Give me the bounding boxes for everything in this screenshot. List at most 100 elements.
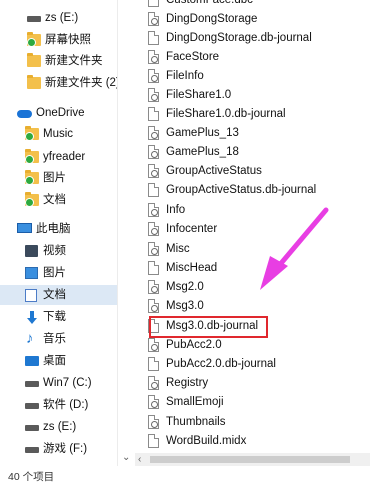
nav-item-label: zs (E:) [43, 421, 77, 433]
file-row[interactable]: Thumbnails [135, 413, 370, 431]
nav-item-label: 下载 [43, 311, 66, 323]
nav-item-pictures[interactable]: 图片 [0, 263, 117, 283]
nav-item-music[interactable]: ♪ 音乐 [0, 329, 117, 349]
nav-item-label: Music [43, 128, 74, 140]
nav-item-label: 此电脑 [36, 223, 71, 235]
file-name: FaceStore [166, 51, 220, 63]
nav-item-documents-onedrive[interactable]: 文档 [0, 190, 117, 210]
file-row[interactable]: DingDongStorage [135, 10, 370, 28]
nav-pane-scrollbar[interactable]: ⌄ [118, 0, 135, 466]
nav-item-label: 文档 [43, 289, 66, 301]
file-name: Infocenter [166, 223, 218, 235]
file-icon [148, 434, 159, 448]
file-name: FileInfo [166, 70, 204, 82]
nav-item-videos[interactable]: 视频 [0, 241, 117, 261]
file-name: Misc [166, 243, 190, 255]
file-row[interactable]: Info [135, 201, 370, 219]
folder-synced-icon [25, 170, 39, 185]
item-count: 40 个项目 [8, 471, 55, 483]
drive-icon [25, 381, 39, 387]
file-name: CustomFace.dbc [166, 0, 253, 6]
file-row[interactable]: MiscHead [135, 259, 370, 277]
file-row[interactable]: Misc [135, 240, 370, 258]
nav-item-label: 音乐 [43, 333, 66, 345]
drive-icon [25, 403, 39, 409]
settings-file-icon [148, 50, 159, 64]
nav-item-music-onedrive[interactable]: Music [0, 124, 117, 144]
settings-file-icon [148, 145, 159, 159]
folder-synced-icon [25, 149, 39, 164]
nav-item-drive-f[interactable]: 游戏 (F:) [0, 439, 117, 459]
file-icon [148, 357, 159, 371]
file-list: CustomFace.dbc DingDongStorage DingDongS… [135, 0, 370, 453]
settings-file-icon [148, 126, 159, 140]
nav-item-desktop[interactable]: 桌面 [0, 351, 117, 371]
settings-file-icon [148, 376, 159, 390]
nav-item-label: Win7 (C:) [43, 377, 92, 389]
file-row[interactable]: FileInfo [135, 67, 370, 85]
nav-item-label: 桌面 [43, 355, 66, 367]
file-row[interactable]: PubAcc2.0.db-journal [135, 355, 370, 373]
folder-icon [27, 53, 41, 67]
nav-item-drive-e[interactable]: zs (E:) [0, 417, 117, 437]
file-name: PubAcc2.0.db-journal [166, 358, 276, 370]
settings-file-icon [148, 299, 159, 313]
file-row[interactable]: Msg2.0 [135, 278, 370, 296]
nav-item-this-pc[interactable]: 此电脑 [0, 219, 117, 239]
file-row[interactable]: CustomFace.dbc [135, 0, 370, 9]
settings-file-icon [148, 395, 159, 409]
folder-synced-icon [25, 126, 39, 141]
onedrive-cloud-icon [17, 110, 32, 118]
nav-item-pictures-onedrive[interactable]: 图片 [0, 168, 117, 188]
nav-item-yfreader[interactable]: yfreader [0, 147, 117, 167]
nav-item-documents[interactable]: 文档 [0, 285, 117, 305]
file-row[interactable]: FaceStore [135, 48, 370, 66]
highlight-box [149, 316, 268, 338]
file-row[interactable]: PubAcc2.0 [135, 336, 370, 354]
file-row[interactable]: GroupActiveStatus.db-journal [135, 181, 370, 199]
file-name: GroupActiveStatus.db-journal [166, 184, 317, 196]
nav-item-new-folder-2[interactable]: 新建文件夹 (2) [0, 73, 117, 93]
download-icon [27, 311, 37, 324]
nav-item-drive-d[interactable]: 软件 (D:) [0, 395, 117, 415]
nav-item-screenshots[interactable]: 屏幕快照 [0, 30, 117, 50]
file-name: DingDongStorage [166, 13, 258, 25]
nav-item-zs-e-top[interactable]: zs (E:) [0, 8, 117, 28]
video-folder-icon [25, 245, 38, 257]
file-name: FileShare1.0.db-journal [166, 108, 286, 120]
settings-file-icon [148, 164, 159, 178]
file-row[interactable]: DingDongStorage.db-journal [135, 29, 370, 47]
file-row[interactable]: Infocenter [135, 220, 370, 238]
nav-item-label: 文档 [43, 194, 66, 206]
nav-item-label: 游戏 (F:) [43, 443, 88, 455]
file-row[interactable]: Msg3.0 [135, 297, 370, 315]
file-row[interactable]: FileShare1.0 [135, 86, 370, 104]
nav-item-downloads[interactable]: 下载 [0, 307, 117, 327]
pictures-folder-icon [25, 267, 38, 279]
settings-file-icon [148, 222, 159, 236]
chevron-left-icon[interactable]: ‹ [138, 453, 141, 466]
settings-file-icon [148, 242, 159, 256]
nav-item-label: 视频 [43, 245, 66, 257]
drive-icon [27, 16, 41, 22]
file-row[interactable]: Registry [135, 374, 370, 392]
nav-item-new-folder[interactable]: 新建文件夹 [0, 51, 117, 71]
chevron-down-icon[interactable]: ⌄ [122, 453, 130, 463]
nav-item-label: 新建文件夹 [45, 55, 103, 67]
scrollbar-thumb[interactable] [150, 456, 350, 463]
file-row[interactable]: GamePlus_18 [135, 143, 370, 161]
file-row[interactable]: FileShare1.0.db-journal [135, 105, 370, 123]
file-row[interactable]: SmallEmoji [135, 393, 370, 411]
horizontal-scrollbar[interactable]: ‹ [135, 453, 370, 466]
file-row[interactable]: GroupActiveStatus [135, 162, 370, 180]
nav-item-drive-c[interactable]: Win7 (C:) [0, 373, 117, 393]
settings-file-icon [148, 12, 159, 26]
file-row[interactable]: WordBuild.midx [135, 432, 370, 450]
nav-item-onedrive[interactable]: OneDrive [0, 103, 117, 123]
nav-item-label: 屏幕快照 [45, 34, 91, 46]
nav-item-label: zs (E:) [45, 12, 79, 24]
nav-item-label: 软件 (D:) [43, 399, 89, 411]
file-icon [148, 261, 159, 275]
settings-file-icon [148, 280, 159, 294]
file-row[interactable]: GamePlus_13 [135, 124, 370, 142]
